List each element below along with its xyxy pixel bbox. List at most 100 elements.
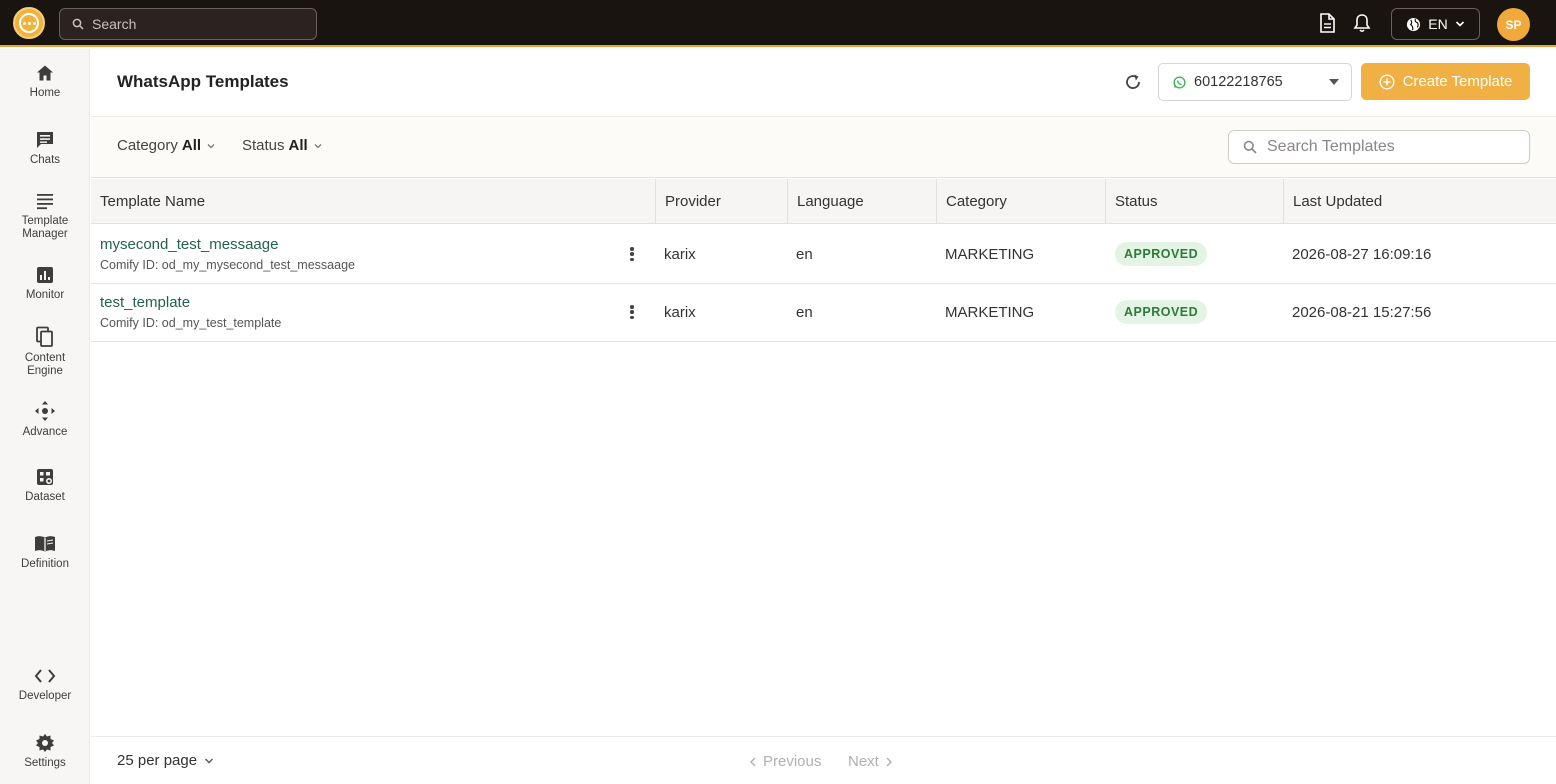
global-search-input[interactable]: Search [59,8,317,40]
language-cell: en [796,245,813,263]
sidebar-item-label: Monitor [25,289,65,301]
table-row[interactable]: test_template Comify ID: od_my_test_temp… [91,283,1556,342]
page-title: WhatsApp Templates [117,72,289,91]
sidebar-item-advance[interactable]: Advance [0,400,90,439]
column-header-category[interactable]: Category [936,179,1105,224]
template-name-link[interactable]: mysecond_test_messaage [100,236,278,253]
category-filter-label: Category [117,137,178,154]
category-cell: MARKETING [945,303,1035,321]
sidebar-item-developer[interactable]: Developer [0,666,90,703]
more-vert-icon[interactable] [625,245,639,263]
global-search-placeholder: Search [92,16,137,32]
chevron-down-icon [205,758,214,763]
whatsapp-icon [1173,75,1186,89]
sidebar-item-template-manager[interactable]: Template Manager [0,191,90,241]
status-cell: APPROVED [1115,283,1208,341]
sidebar-item-label: Settings [24,757,66,769]
chat-icon [37,132,53,148]
sidebar-item-settings[interactable]: Settings [0,733,90,770]
status-cell: APPROVED [1115,225,1208,283]
status-filter-label: Status [242,137,285,154]
status-badge: APPROVED [1115,242,1208,266]
column-header-status[interactable]: Status [1105,179,1283,224]
language-cell: en [796,303,813,321]
content-icon [36,326,53,347]
bell-icon[interactable] [1351,12,1373,34]
sidebar-item-label: Home [29,87,61,99]
top-bar: Search EN SP [0,0,1556,47]
previous-page-button[interactable]: Previous [749,753,821,770]
user-avatar[interactable]: SP [1497,8,1530,41]
column-header-last-updated[interactable]: Last Updated [1283,179,1556,224]
filter-bar: Category All Status All Search Templates [91,117,1556,178]
template-comify-id: Comify ID: od_my_test_template [100,316,282,330]
sidebar-item-dataset[interactable]: Dataset [0,467,90,504]
per-page-select[interactable]: 25 per page [117,752,215,769]
search-icon [72,18,84,30]
category-filter[interactable]: Category All [117,137,217,154]
status-badge: APPROVED [1115,300,1208,324]
template-name-link[interactable]: test_template [100,294,190,311]
chevron-down-icon [1455,21,1464,27]
phone-number-value: 60122218765 [1194,74,1283,90]
per-page-label: 25 per page [117,752,198,769]
template-icon [37,194,53,210]
language-selector[interactable]: EN [1391,8,1480,40]
category-cell: MARKETING [945,245,1035,263]
app-logo[interactable] [13,7,45,39]
document-icon[interactable] [1316,12,1338,34]
sidebar-item-content-engine[interactable]: Content Engine [0,326,90,378]
next-page-button[interactable]: Next [848,753,893,770]
next-label: Next [848,753,879,770]
sidebar-item-home[interactable]: Home [0,63,90,100]
sidebar-item-label: Advance [22,426,68,438]
page-header: WhatsApp Templates 60122218765 Create Te… [91,49,1556,117]
gear-icon [36,734,54,752]
definition-icon [35,536,55,552]
code-icon [34,669,56,683]
category-filter-value: All [181,137,202,154]
sidebar-item-label: Developer [18,690,72,702]
sidebar-item-label: Dataset [25,491,65,503]
status-filter-value: All [288,137,308,154]
status-filter[interactable]: Status All [242,137,324,154]
phone-number-select[interactable]: 60122218765 [1158,63,1352,101]
create-template-button[interactable]: Create Template [1361,63,1530,100]
sidebar-item-chats[interactable]: Chats [0,130,90,167]
sidebar-item-label: Definition [21,558,69,570]
search-templates-placeholder: Search Templates [1267,138,1395,155]
advance-icon [35,401,55,421]
table-header: Template Name Provider Language Category… [91,179,1556,224]
sidebar-item-definition[interactable]: Definition [0,534,90,571]
add-circle-icon [1379,73,1395,90]
home-icon [37,65,53,81]
language-label: EN [1428,16,1448,32]
globe-icon [1407,17,1421,31]
last-updated-cell: 2026-08-21 15:27:56 [1292,303,1432,321]
more-vert-icon[interactable] [625,303,639,321]
provider-cell: karix [664,303,696,321]
column-header-provider[interactable]: Provider [655,179,787,224]
chevron-down-icon [314,143,322,148]
last-updated-cell: 2026-08-27 16:09:16 [1292,245,1432,263]
template-comify-id: Comify ID: od_my_mysecond_test_messaage [100,258,355,272]
monitor-icon [37,267,53,283]
main-content: WhatsApp Templates 60122218765 Create Te… [91,49,1556,784]
sidebar: Home Chats Template Manager Monitor Cont… [0,49,90,784]
column-header-template-name[interactable]: Template Name [91,179,655,224]
previous-label: Previous [763,753,822,770]
refresh-icon[interactable] [1122,71,1144,93]
chevron-right-icon [886,757,892,766]
column-header-language[interactable]: Language [787,179,936,224]
chevron-down-icon [207,143,215,148]
search-templates-input[interactable]: Search Templates [1228,130,1530,164]
table-row[interactable]: mysecond_test_messaage Comify ID: od_my_… [91,225,1556,284]
sidebar-item-monitor[interactable]: Monitor [0,265,90,302]
provider-cell: karix [664,245,696,263]
search-icon [1243,140,1257,154]
pagination-footer: 25 per page Previous Next [91,736,1556,784]
chevron-left-icon [750,757,756,766]
sidebar-item-label: Content Engine [24,352,66,377]
caret-down-icon [1329,79,1339,85]
create-template-label: Create Template [1402,73,1513,90]
